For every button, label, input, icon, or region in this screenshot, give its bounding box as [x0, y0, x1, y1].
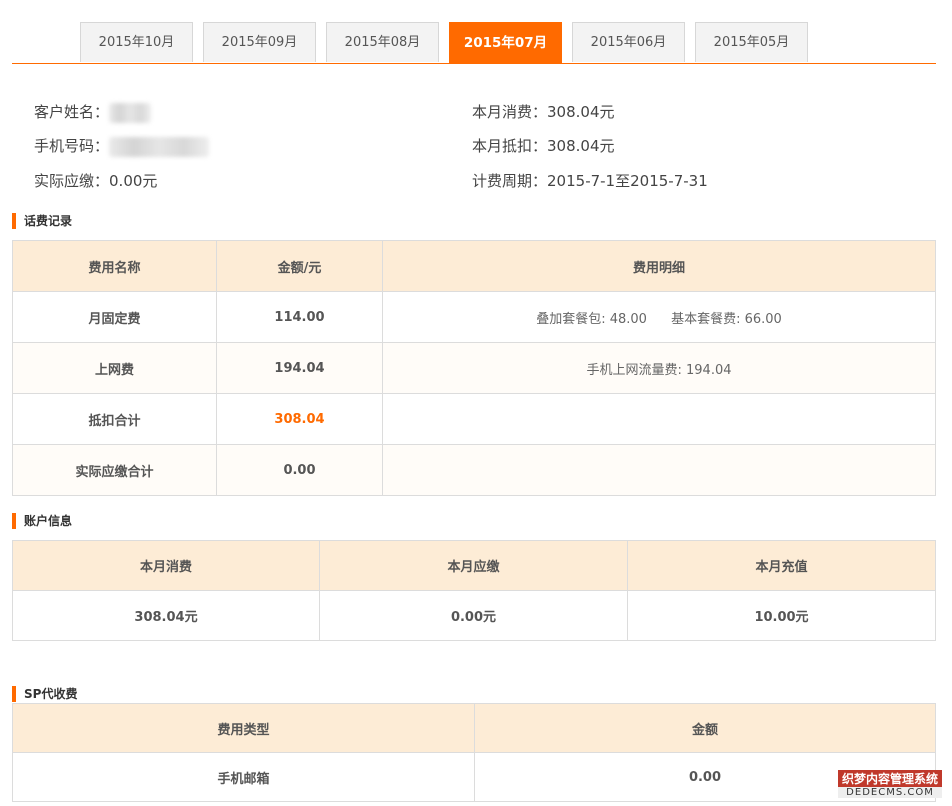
fee-amount: 194.04 [216, 342, 383, 394]
customer-name-row: 客户姓名： [34, 101, 152, 123]
tab-2015-08[interactable]: 2015年08月 [326, 22, 439, 62]
tab-2015-07[interactable]: 2015年07月 [449, 22, 562, 63]
customer-name-label: 客户姓名： [34, 103, 110, 121]
phone-redacted [109, 136, 210, 157]
fee-section-title: 话费记录 [24, 214, 73, 228]
table-row: 上网费 194.04 手机上网流量费: 194.04 [12, 342, 936, 394]
tab-2015-06[interactable]: 2015年06月 [572, 22, 685, 62]
fee-table: 费用名称 金额/元 费用明细 月固定费 114.00 叠加套餐包: 48.00 … [12, 240, 936, 496]
fee-detail-item: 叠加套餐包: 48.00 [536, 311, 647, 327]
month-deduct-row: 本月抵扣：308.04元 [472, 135, 615, 156]
fee-col-name: 费用名称 [12, 240, 217, 292]
sp-table: 费用类型 金额 手机邮箱 0.00 [12, 703, 936, 802]
fee-name: 月固定费 [12, 291, 217, 343]
month-spend-label: 本月消费： [472, 103, 548, 121]
tab-2015-10[interactable]: 2015年10月 [80, 22, 193, 62]
sp-col-amount: 金额 [474, 703, 936, 753]
account-section-title: 账户信息 [24, 514, 73, 528]
billing-period-label: 计费周期： [472, 172, 548, 190]
fee-amount-highlight: 308.04 [216, 393, 383, 445]
fee-detail-item: 基本套餐费: 66.00 [671, 311, 782, 327]
month-deduct-label: 本月抵扣： [472, 137, 548, 155]
fee-detail-item: 手机上网流量费: 194.04 [586, 362, 732, 378]
account-col-due: 本月应缴 [319, 540, 628, 591]
table-row: 308.04元 0.00元 10.00元 [12, 590, 936, 641]
table-row: 月固定费 114.00 叠加套餐包: 48.00 基本套餐费: 66.00 [12, 291, 936, 343]
sp-table-header: 费用类型 金额 [12, 703, 936, 753]
fee-col-amount: 金额/元 [216, 240, 383, 292]
month-spend-row: 本月消费：308.04元 [472, 101, 615, 122]
month-spend-value: 308.04元 [547, 103, 615, 121]
tab-underline [12, 63, 936, 64]
table-row: 手机邮箱 0.00 [12, 752, 936, 802]
actual-pay-label: 实际应缴： [34, 172, 110, 190]
month-deduct-value: 308.04元 [547, 137, 615, 155]
account-table-header: 本月消费 本月应缴 本月充值 [12, 540, 936, 591]
tab-2015-09[interactable]: 2015年09月 [203, 22, 316, 62]
fee-detail: 手机上网流量费: 194.04 [382, 342, 936, 394]
billing-period-value: 2015-7-1至2015-7-31 [547, 172, 708, 190]
fee-col-detail: 费用明细 [382, 240, 936, 292]
tab-2015-05[interactable]: 2015年05月 [695, 22, 808, 62]
sp-type: 手机邮箱 [12, 752, 475, 802]
table-row: 抵扣合计 308.04 [12, 393, 936, 445]
watermark-line1: 织梦内容管理系统 [838, 770, 942, 787]
fee-detail [382, 444, 936, 496]
section-marker [12, 686, 16, 702]
sp-col-type: 费用类型 [12, 703, 475, 753]
account-col-recharge: 本月充值 [627, 540, 936, 591]
actual-pay-value: 0.00元 [109, 172, 158, 190]
account-recharge-value: 10.00元 [627, 590, 936, 641]
fee-detail [382, 393, 936, 445]
section-marker [12, 213, 16, 229]
phone-label: 手机号码： [34, 137, 110, 155]
fee-amount: 114.00 [216, 291, 383, 343]
fee-amount: 0.00 [216, 444, 383, 496]
section-marker [12, 513, 16, 529]
watermark-logo: 织梦内容管理系统 DEDECMS.COM [838, 770, 942, 798]
account-col-spend: 本月消费 [12, 540, 320, 591]
watermark-line2: DEDECMS.COM [838, 787, 942, 798]
table-row: 实际应缴合计 0.00 [12, 444, 936, 496]
fee-name: 抵扣合计 [12, 393, 217, 445]
fee-name: 上网费 [12, 342, 217, 394]
phone-row: 手机号码： [34, 135, 210, 157]
account-table: 本月消费 本月应缴 本月充值 308.04元 0.00元 10.00元 [12, 540, 936, 641]
customer-name-redacted [109, 102, 152, 123]
fee-detail: 叠加套餐包: 48.00 基本套餐费: 66.00 [382, 291, 936, 343]
account-spend-value: 308.04元 [12, 590, 320, 641]
actual-pay-row: 实际应缴：0.00元 [34, 170, 157, 191]
fee-table-header: 费用名称 金额/元 费用明细 [12, 240, 936, 292]
account-due-value: 0.00元 [319, 590, 628, 641]
billing-period-row: 计费周期：2015-7-1至2015-7-31 [472, 170, 708, 191]
fee-name: 实际应缴合计 [12, 444, 217, 496]
sp-section-title: SP代收费 [24, 687, 78, 701]
